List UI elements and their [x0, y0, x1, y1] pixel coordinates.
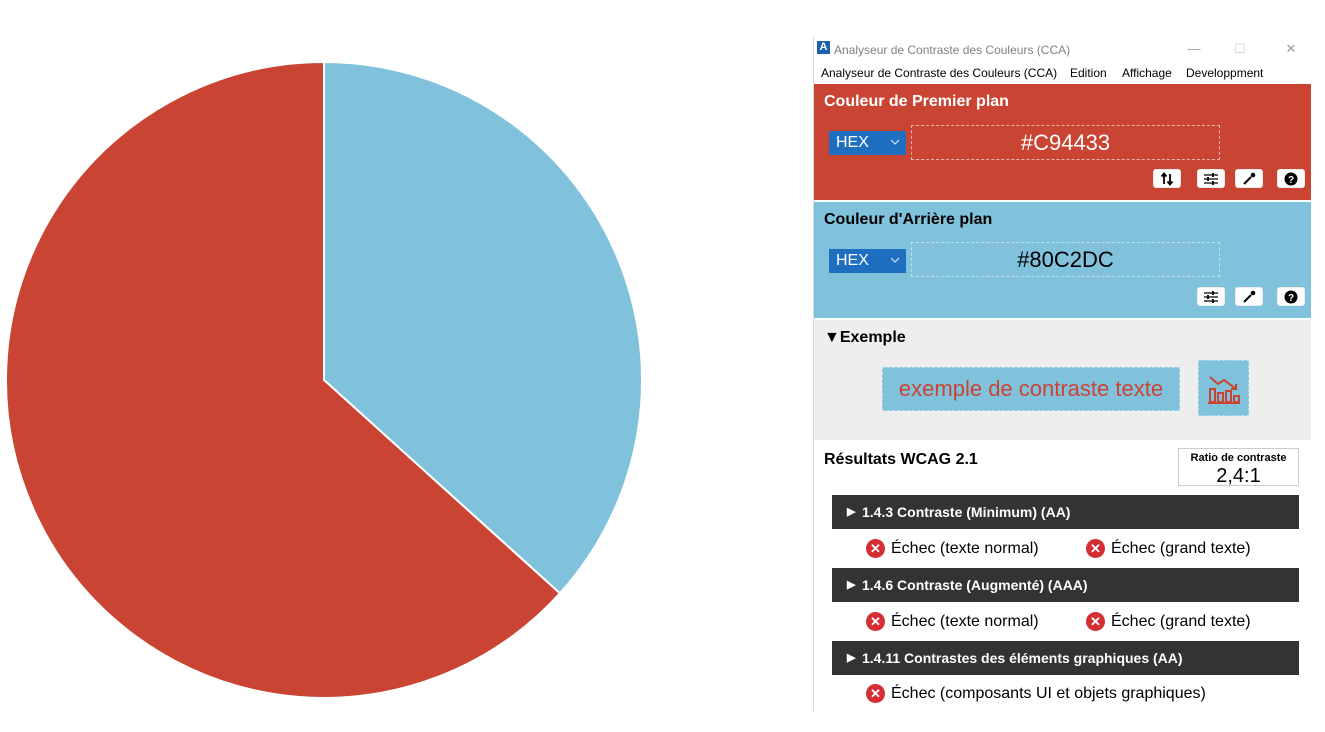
sliders-icon [1204, 172, 1218, 185]
background-eyedropper-button[interactable] [1235, 287, 1263, 306]
background-help-button[interactable]: ? [1277, 287, 1305, 306]
svg-text:?: ? [1288, 175, 1294, 186]
help-icon: ? [1284, 172, 1298, 186]
sliders-icon [1204, 290, 1218, 303]
fail-icon: ✕ [866, 612, 885, 631]
foreground-adjust-button[interactable] [1197, 169, 1225, 188]
fail-icon: ✕ [866, 684, 885, 703]
background-format-value: HEX [836, 252, 869, 269]
fail-icon: ✕ [1086, 539, 1105, 558]
criterion-1-4-11-header[interactable]: ▶ 1.4.11 Contrastes des éléments graphiq… [832, 641, 1299, 675]
results-heading: Résultats WCAG 2.1 [824, 451, 978, 468]
fail-icon: ✕ [866, 539, 885, 558]
foreground-format-select[interactable]: HEX [829, 131, 906, 155]
help-icon: ? [1284, 290, 1298, 304]
chevron-down-icon [890, 248, 900, 282]
contrast-ratio-value: 2,4:1 [1216, 465, 1261, 487]
window-title: Analyseur de Contraste des Couleurs (CCA… [834, 43, 1071, 57]
menu-app[interactable]: Analyseur de Contraste des Couleurs (CCA… [821, 66, 1057, 80]
menu-edition[interactable]: Edition [1070, 66, 1107, 80]
foreground-eyedropper-button[interactable] [1235, 169, 1263, 188]
triangle-right-icon: ▶ [847, 506, 856, 518]
swap-icon [1160, 171, 1174, 186]
contrast-ratio-label: Ratio de contraste [1190, 452, 1287, 464]
background-panel: Couleur d'Arrière plan HEX #80C2DC ? [814, 202, 1311, 318]
chevron-down-icon [890, 130, 900, 164]
pie-chart [5, 60, 643, 699]
menu-developpment[interactable]: Developpment [1186, 66, 1263, 80]
result-item: ✕ Échec (grand texte) [1086, 612, 1251, 631]
close-button[interactable]: ✕ [1281, 41, 1301, 57]
foreground-help-button[interactable]: ? [1277, 169, 1305, 188]
title-bar: A Analyseur de Contraste des Couleurs (C… [814, 36, 1311, 62]
svg-text:?: ? [1288, 293, 1294, 304]
criterion-1-4-3-header[interactable]: ▶ 1.4.3 Contraste (Minimum) (AA) [832, 495, 1299, 529]
result-text: Échec (texte normal) [891, 539, 1039, 557]
menu-bar: Analyseur de Contraste des Couleurs (CCA… [814, 62, 1311, 84]
result-text: Échec (composants UI et objets graphique… [891, 684, 1206, 702]
result-text: Échec (grand texte) [1111, 539, 1251, 557]
example-heading: Exemple [839, 329, 906, 346]
triangle-right-icon: ▶ [847, 652, 856, 664]
criterion-1-4-6-header[interactable]: ▶ 1.4.6 Contraste (Augmenté) (AAA) [832, 568, 1299, 602]
example-sample-text: exemple de contraste texte [882, 367, 1180, 411]
criterion-label: 1.4.3 Contraste (Minimum) (AA) [862, 504, 1071, 520]
result-item: ✕ Échec (texte normal) [866, 612, 1039, 631]
foreground-heading: Couleur de Premier plan [824, 93, 1009, 110]
result-item: ✕ Échec (grand texte) [1086, 539, 1251, 558]
minimize-button[interactable]: — [1184, 41, 1204, 57]
result-text: Échec (texte normal) [891, 612, 1039, 630]
background-heading: Couleur d'Arrière plan [824, 211, 993, 228]
eyedropper-icon [1243, 172, 1256, 185]
example-toggle[interactable]: ▼Exemple [824, 329, 906, 347]
chart-icon [1198, 360, 1249, 416]
contrast-ratio-box: Ratio de contraste 2,4:1 [1178, 448, 1299, 487]
fail-icon: ✕ [1086, 612, 1105, 631]
foreground-panel: Couleur de Premier plan HEX #C94433 ? [814, 84, 1311, 200]
criterion-label: 1.4.6 Contraste (Augmenté) (AAA) [862, 577, 1088, 593]
background-format-select[interactable]: HEX [829, 249, 906, 273]
result-text: Échec (grand texte) [1111, 612, 1251, 630]
example-panel: ▼Exemple exemple de contraste texte [814, 320, 1311, 440]
criterion-label: 1.4.11 Contrastes des éléments graphique… [862, 650, 1183, 666]
foreground-hex-input[interactable]: #C94433 [911, 125, 1220, 160]
triangle-down-icon: ▼ [824, 329, 840, 346]
eyedropper-icon [1243, 290, 1256, 303]
background-adjust-button[interactable] [1197, 287, 1225, 306]
menu-affichage[interactable]: Affichage [1122, 66, 1172, 80]
triangle-right-icon: ▶ [847, 579, 856, 591]
result-item: ✕ Échec (texte normal) [866, 539, 1039, 558]
maximize-button[interactable]: ☐ [1230, 41, 1250, 57]
cca-window: A Analyseur de Contraste des Couleurs (C… [813, 36, 1311, 711]
app-logo-icon: A [817, 41, 830, 54]
result-item: ✕ Échec (composants UI et objets graphiq… [866, 684, 1206, 703]
background-hex-input[interactable]: #80C2DC [911, 242, 1220, 277]
foreground-format-value: HEX [836, 134, 869, 151]
swap-colors-button[interactable] [1153, 169, 1181, 188]
